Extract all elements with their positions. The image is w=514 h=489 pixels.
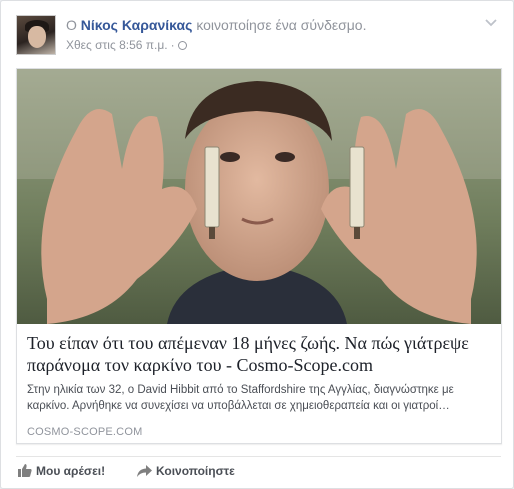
attachment-text: Του είπαν ότι του απέμεναν 18 μήνες ζωής… xyxy=(27,332,491,438)
chevron-down-icon[interactable] xyxy=(483,17,499,29)
article-photo-illustration xyxy=(17,69,501,324)
feed-post-card: Ο Νίκος Καρανίκας κοινοποίησε ένα σύνδεσ… xyxy=(0,0,514,489)
post-title-line: Ο Νίκος Καρανίκας κοινοποίησε ένα σύνδεσ… xyxy=(66,17,366,33)
globe-icon[interactable] xyxy=(177,41,187,50)
avatar-face xyxy=(28,26,46,48)
link-attachment[interactable]: Του είπαν ότι του απέμεναν 18 μήνες ζωής… xyxy=(16,68,502,444)
article-domain: COSMO-SCOPE.COM xyxy=(27,426,143,438)
share-label: Κοινοποίηστε xyxy=(156,464,235,478)
article-headline[interactable]: Του είπαν ότι του απέμεναν 18 μήνες ζωής… xyxy=(27,332,491,376)
post-timestamp[interactable]: Χθες στις 8:56 π.μ. xyxy=(66,38,168,52)
thumbs-up-icon xyxy=(18,464,32,477)
author-name-link[interactable]: Νίκος Καρανίκας xyxy=(81,17,193,33)
post-action-bar: Μου αρέσει! Κοινοποίηστε xyxy=(16,456,501,480)
post-meta-line: Χθες στις 8:56 π.μ. · xyxy=(66,38,187,52)
like-label: Μου αρέσει! xyxy=(36,464,106,478)
post-action-text: κοινοποίησε ένα σύνδεσμο. xyxy=(196,17,367,33)
post-prefix: Ο xyxy=(66,17,77,33)
like-button[interactable]: Μου αρέσει! xyxy=(18,464,105,478)
article-description: Στην ηλικία των 32, ο David Hibbit από τ… xyxy=(27,384,454,412)
share-arrow-icon xyxy=(137,465,152,477)
meta-separator: · xyxy=(170,38,175,52)
share-button[interactable]: Κοινοποίηστε xyxy=(137,464,235,478)
article-photo[interactable] xyxy=(17,69,501,324)
post-header: Ο Νίκος Καρανίκας κοινοποίησε ένα σύνδεσ… xyxy=(16,14,501,60)
author-avatar[interactable] xyxy=(16,15,56,55)
